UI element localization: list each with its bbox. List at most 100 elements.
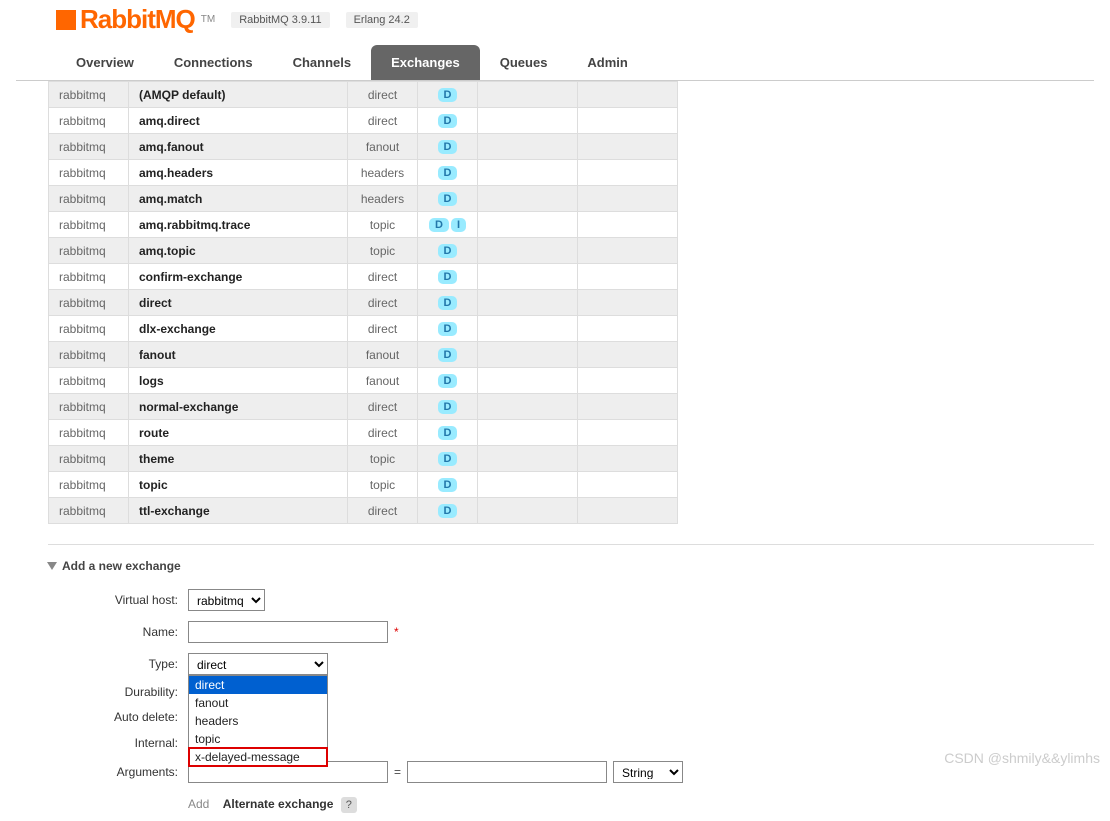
cell-type: topic [348, 472, 418, 498]
tab-channels[interactable]: Channels [273, 45, 372, 80]
cell-name[interactable]: amq.direct [129, 108, 348, 134]
table-row: rabbitmqttl-exchangedirectD [49, 498, 678, 524]
cell-name[interactable]: ttl-exchange [129, 498, 348, 524]
help-icon[interactable]: ? [341, 797, 357, 813]
cell-vhost: rabbitmq [49, 446, 129, 472]
internal-label: Internal: [48, 736, 188, 750]
tab-exchanges[interactable]: Exchanges [371, 45, 480, 80]
tab-connections[interactable]: Connections [154, 45, 273, 80]
cell-blank [578, 186, 678, 212]
table-row: rabbitmqconfirm-exchangedirectD [49, 264, 678, 290]
feature-badge: D [438, 452, 458, 466]
tab-queues[interactable]: Queues [480, 45, 568, 80]
cell-features: D [418, 186, 478, 212]
type-option-topic[interactable]: topic [189, 730, 327, 748]
erlang-badge: Erlang 24.2 [346, 12, 418, 28]
cell-vhost: rabbitmq [49, 472, 129, 498]
logo-text: RabbitMQ [80, 4, 195, 35]
cell-vhost: rabbitmq [49, 82, 129, 108]
arguments-label: Arguments: [48, 765, 188, 779]
add-link[interactable]: Add [188, 797, 209, 811]
cell-blank [578, 238, 678, 264]
cell-vhost: rabbitmq [49, 420, 129, 446]
cell-blank [578, 108, 678, 134]
arg-type-select[interactable]: String [613, 761, 683, 783]
table-row: rabbitmq(AMQP default)direct D [49, 82, 678, 108]
table-row: rabbitmqamq.headersheadersD [49, 160, 678, 186]
cell-blank [578, 264, 678, 290]
cell-name[interactable]: theme [129, 446, 348, 472]
version-badge: RabbitMQ 3.9.11 [231, 12, 329, 28]
durability-label: Durability: [48, 685, 188, 699]
cell-name[interactable]: normal-exchange [129, 394, 348, 420]
name-label: Name: [48, 625, 188, 639]
feature-badge: D [438, 114, 458, 128]
tab-admin[interactable]: Admin [567, 45, 647, 80]
feature-badge: D [438, 88, 458, 102]
cell-name[interactable]: amq.headers [129, 160, 348, 186]
cell-features: D [418, 290, 478, 316]
type-label: Type: [48, 657, 188, 671]
cell-name[interactable]: confirm-exchange [129, 264, 348, 290]
cell-name[interactable]: amq.match [129, 186, 348, 212]
cell-vhost: rabbitmq [49, 316, 129, 342]
cell-vhost: rabbitmq [49, 186, 129, 212]
cell-name[interactable]: amq.topic [129, 238, 348, 264]
cell-features: D [418, 316, 478, 342]
table-row: rabbitmqlogsfanoutD [49, 368, 678, 394]
cell-features: D [418, 108, 478, 134]
cell-name[interactable]: route [129, 420, 348, 446]
cell-blank [578, 446, 678, 472]
type-option-direct[interactable]: direct [189, 676, 327, 694]
cell-vhost: rabbitmq [49, 368, 129, 394]
logo-icon [56, 10, 76, 30]
alternate-exchange-link[interactable]: Alternate exchange [223, 797, 334, 811]
type-dropdown-list: directfanoutheaderstopicx-delayed-messag… [188, 675, 328, 767]
feature-badge: D [438, 244, 458, 258]
feature-badge: D [438, 270, 458, 284]
cell-blank [478, 446, 578, 472]
cell-blank [578, 134, 678, 160]
cell-name[interactable]: amq.fanout [129, 134, 348, 160]
vhost-select[interactable]: rabbitmq [188, 589, 265, 611]
tab-overview[interactable]: Overview [56, 45, 154, 80]
cell-type: topic [348, 446, 418, 472]
table-row: rabbitmqdirectdirectD [49, 290, 678, 316]
cell-blank [478, 108, 578, 134]
cell-blank [578, 160, 678, 186]
cell-features: D [418, 342, 478, 368]
cell-type: direct [348, 82, 418, 108]
name-input[interactable] [188, 621, 388, 643]
type-option-fanout[interactable]: fanout [189, 694, 327, 712]
expand-icon [47, 562, 57, 570]
cell-type: fanout [348, 368, 418, 394]
cell-type: direct [348, 290, 418, 316]
type-option-headers[interactable]: headers [189, 712, 327, 730]
cell-name[interactable]: direct [129, 290, 348, 316]
cell-blank [578, 212, 678, 238]
cell-vhost: rabbitmq [49, 264, 129, 290]
cell-blank [478, 264, 578, 290]
cell-name[interactable]: dlx-exchange [129, 316, 348, 342]
cell-name[interactable]: fanout [129, 342, 348, 368]
cell-name[interactable]: topic [129, 472, 348, 498]
auto-delete-label: Auto delete: [48, 710, 188, 724]
cell-name[interactable]: (AMQP default) [129, 82, 348, 108]
table-row: rabbitmqfanoutfanoutD [49, 342, 678, 368]
exchanges-table: rabbitmq(AMQP default)directDrabbitmqamq… [48, 81, 678, 524]
feature-badge: D [438, 166, 458, 180]
cell-name[interactable]: amq.rabbitmq.trace [129, 212, 348, 238]
arg-value-input[interactable] [407, 761, 607, 783]
section-header[interactable]: Add a new exchange [48, 553, 1094, 579]
cell-blank [478, 160, 578, 186]
cell-type: fanout [348, 342, 418, 368]
cell-blank [578, 472, 678, 498]
cell-blank [478, 82, 578, 108]
cell-blank [478, 472, 578, 498]
type-option-x-delayed-message[interactable]: x-delayed-message [189, 748, 327, 766]
table-row: rabbitmqamq.topictopicD [49, 238, 678, 264]
section-title: Add a new exchange [62, 559, 181, 573]
cell-features: D [418, 420, 478, 446]
type-select[interactable]: direct [188, 653, 328, 675]
cell-name[interactable]: logs [129, 368, 348, 394]
